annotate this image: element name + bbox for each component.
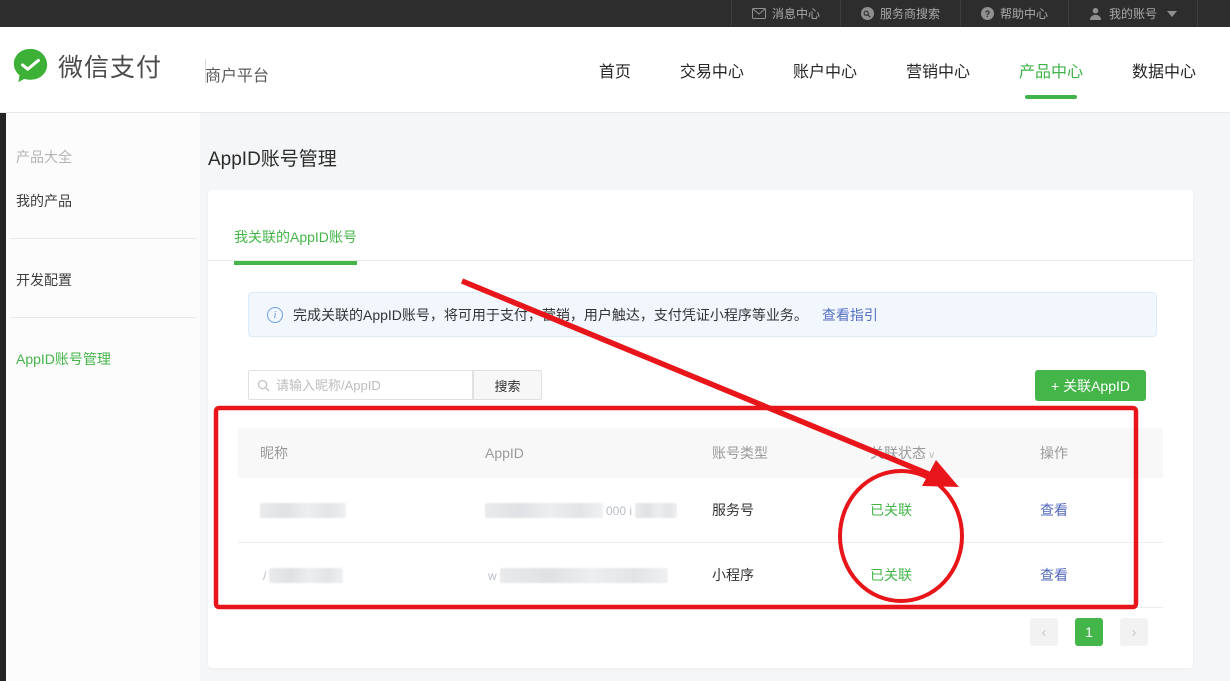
logo-text: 微信支付 bbox=[58, 48, 162, 84]
cell-appid-redacted: 000 i bbox=[485, 502, 712, 519]
primary-nav: 首页 交易中心 账户中心 营销中心 产品中心 数据中心 bbox=[599, 27, 1196, 113]
mail-icon bbox=[752, 7, 766, 21]
cell-account-type: 小程序 bbox=[712, 565, 870, 585]
appid-fragment: w bbox=[488, 569, 497, 583]
cell-action: 查看 bbox=[1040, 500, 1163, 520]
table-header-row: 昵称 AppID 账号类型 关联状态∨ 操作 bbox=[238, 428, 1163, 478]
pagination: ‹ 1 › bbox=[208, 618, 1193, 646]
view-link[interactable]: 查看 bbox=[1040, 502, 1068, 518]
sidebar-item-dev-config[interactable]: 开发配置 bbox=[16, 270, 72, 290]
pagination-prev-button[interactable]: ‹ bbox=[1030, 618, 1058, 646]
info-icon: i bbox=[267, 307, 283, 323]
pagination-page-1[interactable]: 1 bbox=[1075, 618, 1103, 646]
cell-account-type: 服务号 bbox=[712, 500, 870, 520]
nav-item-transactions[interactable]: 交易中心 bbox=[680, 27, 744, 113]
topbar-item-help[interactable]: ? 帮助中心 bbox=[960, 0, 1068, 27]
pagination-next-button[interactable]: › bbox=[1120, 618, 1148, 646]
topbar-item-label: 服务商搜索 bbox=[880, 5, 940, 22]
redaction-block bbox=[500, 568, 668, 583]
sidebar-section-products: 产品大全 bbox=[16, 147, 72, 167]
topbar-item-provider-search[interactable]: 服务商搜索 bbox=[840, 0, 960, 27]
redaction-block bbox=[485, 503, 603, 518]
redaction-block bbox=[269, 568, 343, 583]
appid-fragment: 000 i bbox=[606, 504, 632, 518]
topbar-item-my-account[interactable]: 我的账号 bbox=[1068, 0, 1198, 27]
top-utility-bar: 消息中心 服务商搜索 ? 帮助中心 我的账号 bbox=[0, 0, 1230, 27]
nickname-fragment: / bbox=[263, 569, 266, 583]
search-row: 搜索 + 关联AppID bbox=[248, 370, 1153, 400]
question-circle-icon: ? bbox=[981, 7, 994, 20]
cell-status: 已关联 bbox=[870, 565, 1040, 585]
column-header-nickname: 昵称 bbox=[238, 443, 485, 463]
sidebar-divider bbox=[10, 238, 196, 239]
banner-text: 完成关联的AppID账号，将可用于支付，营销，用户触达，支付凭证小程序等业务。 bbox=[293, 305, 808, 325]
nav-item-data[interactable]: 数据中心 bbox=[1132, 27, 1196, 113]
add-appid-button[interactable]: + 关联AppID bbox=[1035, 370, 1146, 401]
redaction-block bbox=[260, 503, 346, 518]
column-header-appid: AppID bbox=[485, 445, 712, 461]
nav-item-marketing[interactable]: 营销中心 bbox=[906, 27, 970, 113]
topbar-item-messages[interactable]: 消息中心 bbox=[731, 0, 840, 27]
sidebar-item-my-products[interactable]: 我的产品 bbox=[16, 191, 72, 211]
appid-table: 昵称 AppID 账号类型 关联状态∨ 操作 000 i 服务号 已关联 查看 … bbox=[238, 428, 1163, 608]
sidebar-item-appid-management[interactable]: AppID账号管理 bbox=[16, 349, 111, 369]
search-box bbox=[248, 370, 473, 400]
nav-item-products[interactable]: 产品中心 bbox=[1019, 27, 1083, 113]
search-icon bbox=[257, 379, 270, 392]
user-icon bbox=[1089, 7, 1103, 21]
nav-item-account[interactable]: 账户中心 bbox=[793, 27, 857, 113]
portal-label: 商户平台 bbox=[205, 62, 269, 86]
column-header-action: 操作 bbox=[1040, 443, 1163, 463]
tab-bar: 我关联的AppID账号 bbox=[208, 190, 1193, 261]
wechat-bubble-icon bbox=[12, 47, 49, 84]
appid-management-card: 我关联的AppID账号 i 完成关联的AppID账号，将可用于支付，营销，用户触… bbox=[208, 190, 1193, 668]
page-title: AppID账号管理 bbox=[208, 144, 337, 171]
cell-appid-redacted: w bbox=[485, 567, 712, 584]
tab-my-linked-appids[interactable]: 我关联的AppID账号 bbox=[234, 227, 357, 265]
topbar-item-label: 帮助中心 bbox=[1000, 5, 1048, 22]
cell-status: 已关联 bbox=[870, 500, 1040, 520]
table-row: 000 i 服务号 已关联 查看 bbox=[238, 478, 1163, 543]
search-circle-icon bbox=[861, 7, 874, 20]
cell-nickname-redacted bbox=[238, 502, 485, 519]
app-header: 微信支付 商户平台 首页 交易中心 账户中心 营销中心 产品中心 数据中心 bbox=[0, 27, 1230, 113]
info-banner: i 完成关联的AppID账号，将可用于支付，营销，用户触达，支付凭证小程序等业务… bbox=[248, 292, 1157, 337]
search-input[interactable] bbox=[276, 378, 464, 393]
nav-item-home[interactable]: 首页 bbox=[599, 27, 631, 113]
column-header-link-status[interactable]: 关联状态∨ bbox=[870, 443, 1040, 463]
search-button[interactable]: 搜索 bbox=[473, 370, 542, 400]
view-guide-link[interactable]: 查看指引 bbox=[822, 305, 878, 325]
cell-nickname-redacted: / bbox=[238, 567, 485, 584]
redaction-block bbox=[635, 503, 677, 518]
view-link[interactable]: 查看 bbox=[1040, 567, 1068, 583]
sidebar: 产品大全 我的产品 开发配置 AppID账号管理 bbox=[6, 113, 200, 681]
wechat-pay-logo[interactable]: 微信支付 bbox=[12, 47, 162, 84]
sidebar-divider bbox=[10, 317, 196, 318]
cell-action: 查看 bbox=[1040, 565, 1163, 585]
sort-indicator-icon: ∨ bbox=[928, 450, 935, 461]
topbar-item-label: 消息中心 bbox=[772, 5, 820, 22]
column-header-account-type: 账号类型 bbox=[712, 443, 870, 463]
chevron-down-icon bbox=[1167, 11, 1177, 17]
table-row: / w 小程序 已关联 查看 bbox=[238, 543, 1163, 608]
topbar-item-label: 我的账号 bbox=[1109, 5, 1157, 22]
